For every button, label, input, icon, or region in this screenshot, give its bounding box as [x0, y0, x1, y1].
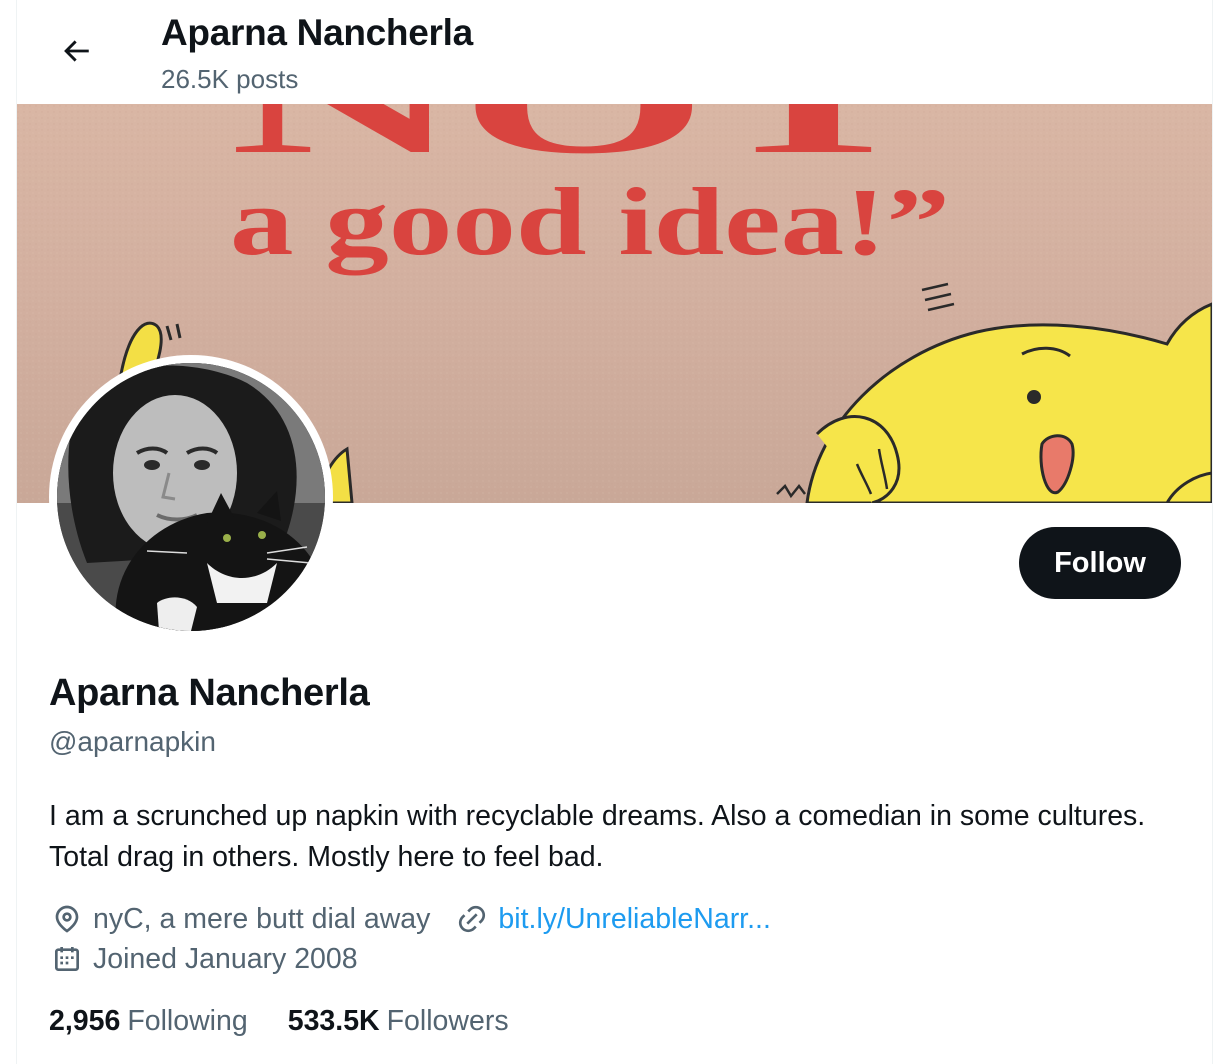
followers-label: Followers — [386, 1004, 509, 1037]
location-text: nyC, a mere butt dial away — [93, 902, 431, 935]
avatar-photo — [57, 363, 325, 631]
followers-count: 533.5K — [287, 1004, 380, 1037]
following-link[interactable]: 2,956 Following — [49, 1005, 248, 1038]
back-button[interactable] — [53, 28, 99, 74]
profile-header: Aparna Nancherla 26.5K posts — [17, 0, 1212, 104]
column-border-right — [1212, 0, 1213, 1064]
banner-text-main: a good idea!” — [230, 168, 950, 275]
posts-count: 26.5K posts — [161, 64, 299, 94]
joined-date: Joined January 2008 — [93, 942, 358, 975]
avatar[interactable] — [49, 355, 333, 639]
header-title: Aparna Nancherla — [161, 12, 473, 53]
arrow-left-icon — [64, 40, 89, 62]
following-label: Following — [127, 1004, 248, 1037]
display-name: Aparna Nancherla — [49, 672, 370, 714]
user-handle: @aparnapkin — [49, 726, 216, 757]
profile-bio: I am a scrunched up napkin with recyclab… — [49, 800, 1146, 873]
followers-link[interactable]: 533.5K Followers — [288, 1005, 509, 1038]
profile-page: Aparna Nancherla 26.5K posts NOT a good … — [0, 0, 1214, 1064]
avatar-image — [57, 363, 325, 631]
following-count: 2,956 — [49, 1004, 121, 1037]
calendar-icon — [49, 941, 85, 977]
profile-joined-row: Joined January 2008 — [49, 938, 358, 980]
link-icon — [454, 901, 490, 937]
website-link[interactable]: bit.ly/UnreliableNarr... — [498, 903, 770, 936]
follow-button[interactable]: Follow — [1019, 527, 1181, 599]
follow-stats: 2,956 Following 533.5K Followers — [49, 1000, 509, 1042]
location-pin-icon — [49, 901, 85, 937]
profile-meta-row: nyC, a mere butt dial away bit.ly/Unreli… — [49, 898, 771, 940]
